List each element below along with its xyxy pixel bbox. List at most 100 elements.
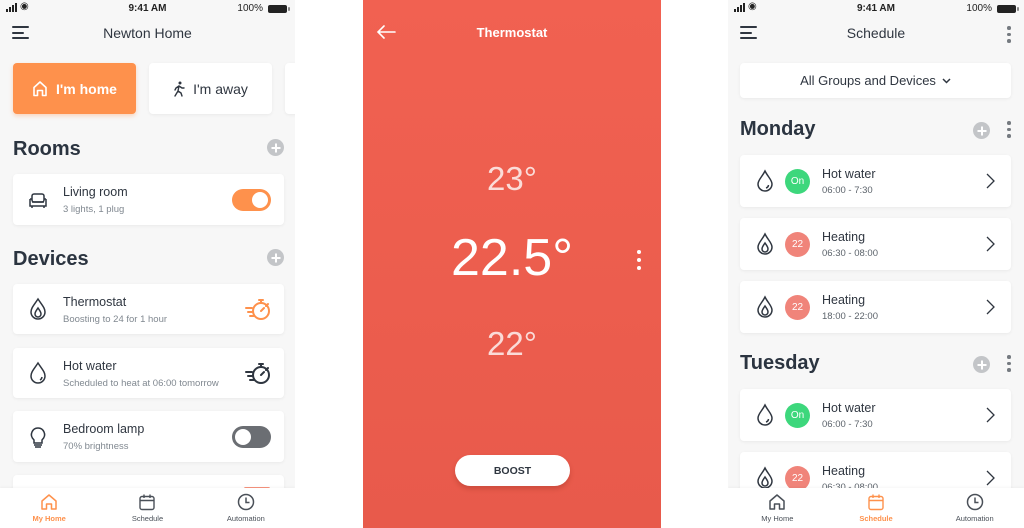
tab-schedule[interactable]: Schedule [827, 488, 926, 528]
house-icon [769, 494, 786, 510]
flame-icon [757, 295, 773, 318]
tab-my-home[interactable]: My Home [728, 488, 827, 528]
boost-timer-icon[interactable] [244, 360, 272, 386]
device-card-hot-water[interactable]: Hot water Scheduled to heat at 06:00 tom… [13, 348, 284, 398]
device-name: Bedroom lamp [63, 422, 145, 436]
item-time: 18:00 - 22:00 [822, 311, 878, 322]
item-name: Heating [822, 464, 866, 478]
more-options-icon[interactable] [636, 250, 642, 274]
clock-icon [966, 493, 983, 511]
page-title: Schedule [846, 25, 906, 41]
item-name: Hot water [822, 167, 876, 181]
walking-person-icon [174, 81, 185, 97]
chevron-right-icon [986, 407, 995, 423]
day-options-icon[interactable] [1007, 121, 1011, 141]
day-options-icon[interactable] [1007, 355, 1011, 375]
tab-bar: My Home Schedule Automation [0, 488, 295, 528]
item-time: 06:30 - 08:00 [822, 248, 878, 259]
temperature-badge: 22 [785, 232, 810, 257]
chevron-right-icon [986, 470, 995, 486]
device-detail: Scheduled to heat at 06:00 tomorrow [63, 378, 219, 389]
schedule-item[interactable]: 22 Heating 18:00 - 22:00 [740, 281, 1011, 333]
status-bar: ◉ 9:41 AM 100% [728, 0, 1024, 17]
armchair-icon [29, 192, 47, 208]
tab-label: Schedule [859, 514, 893, 523]
home-screen: ◉ 9:41 AM 100% Newton Home I'm home I'm … [0, 0, 295, 528]
schedule-item[interactable]: On Hot water 06:00 - 7:30 [740, 155, 1011, 207]
room-card-living-room[interactable]: Living room 3 lights, 1 plug [13, 174, 284, 225]
battery-percent: 100% [966, 3, 992, 14]
temp-up-option[interactable]: 23° [363, 160, 661, 198]
tab-automation[interactable]: Automation [925, 488, 1024, 528]
item-time: 06:00 - 7:30 [822, 419, 873, 430]
room-detail: 3 lights, 1 plug [63, 204, 125, 215]
more-options-icon[interactable] [1007, 26, 1011, 46]
thermostat-screen: Thermostat 23° 22.5° 22° BOOST [363, 0, 661, 528]
device-toggle[interactable] [232, 425, 271, 448]
chevron-down-icon [942, 77, 951, 84]
add-device-icon[interactable] [267, 249, 284, 266]
calendar-icon [139, 494, 156, 511]
item-time: 06:00 - 7:30 [822, 185, 873, 196]
im-home-button[interactable]: I'm home [13, 63, 136, 114]
battery-percent: 100% [237, 3, 263, 14]
group-filter-dropdown[interactable]: All Groups and Devices [740, 63, 1011, 98]
device-card-thermostat[interactable]: Thermostat Boosting to 24 for 1 hour [13, 284, 284, 334]
tab-label: Schedule [131, 514, 164, 523]
device-detail: Boosting to 24 for 1 hour [63, 314, 168, 325]
chevron-right-icon [986, 299, 995, 315]
temperature-badge: 22 [785, 295, 810, 320]
room-toggle[interactable] [232, 188, 271, 211]
temp-down-option[interactable]: 22° [363, 325, 661, 363]
page-title: Thermostat [476, 25, 548, 40]
add-schedule-icon[interactable] [973, 356, 990, 373]
schedule-item[interactable]: 22 Heating 06:30 - 08:00 [740, 218, 1011, 270]
boost-timer-icon[interactable] [244, 296, 272, 322]
device-detail: 70% brightness [63, 441, 129, 452]
on-badge: On [785, 403, 810, 428]
boost-button[interactable]: BOOST [455, 455, 570, 486]
item-name: Hot water [822, 401, 876, 415]
rooms-heading: Rooms [13, 138, 81, 160]
flame-icon [757, 232, 773, 255]
water-drop-icon [757, 169, 773, 192]
tab-label: My Home [32, 514, 66, 523]
page-title: Newton Home [103, 25, 192, 41]
schedule-screen: ◉ 9:41 AM 100% Schedule All Groups and D… [728, 0, 1024, 528]
add-room-icon[interactable] [267, 139, 284, 156]
flame-icon [30, 297, 46, 320]
device-name: Hot water [63, 359, 117, 373]
tab-label: My Home [761, 514, 794, 523]
item-name: Heating [822, 293, 866, 307]
tab-schedule[interactable]: Schedule [98, 488, 196, 528]
flame-icon [757, 466, 773, 489]
battery-icon [268, 5, 290, 13]
im-home-label: I'm home [56, 80, 117, 97]
house-icon [33, 81, 47, 97]
clock-icon [237, 493, 255, 511]
tab-label: Automation [226, 514, 265, 523]
tab-my-home[interactable]: My Home [0, 488, 98, 528]
room-name: Living room [63, 185, 128, 199]
house-icon [41, 494, 57, 510]
filter-value: All Groups and Devices [800, 73, 936, 88]
mode-button-more[interactable] [285, 63, 295, 114]
on-badge: On [785, 169, 810, 194]
water-drop-icon [757, 403, 773, 426]
day-heading-tuesday: Tuesday [740, 352, 820, 374]
current-temperature: 22.5° [450, 229, 573, 287]
lightbulb-icon [30, 426, 46, 448]
devices-heading: Devices [13, 248, 89, 270]
chevron-right-icon [986, 173, 995, 189]
device-card-bedroom-lamp[interactable]: Bedroom lamp 70% brightness [13, 411, 284, 462]
chevron-right-icon [986, 236, 995, 252]
day-heading-monday: Monday [740, 118, 816, 140]
im-away-label: I'm away [193, 80, 248, 97]
im-away-button[interactable]: I'm away [149, 63, 272, 114]
schedule-item[interactable]: On Hot water 06:00 - 7:30 [740, 389, 1011, 441]
status-bar: ◉ 9:41 AM 100% [0, 0, 295, 17]
add-schedule-icon[interactable] [973, 122, 990, 139]
tab-bar: My Home Schedule Automation [728, 488, 1024, 528]
item-name: Heating [822, 230, 866, 244]
tab-automation[interactable]: Automation [197, 488, 295, 528]
